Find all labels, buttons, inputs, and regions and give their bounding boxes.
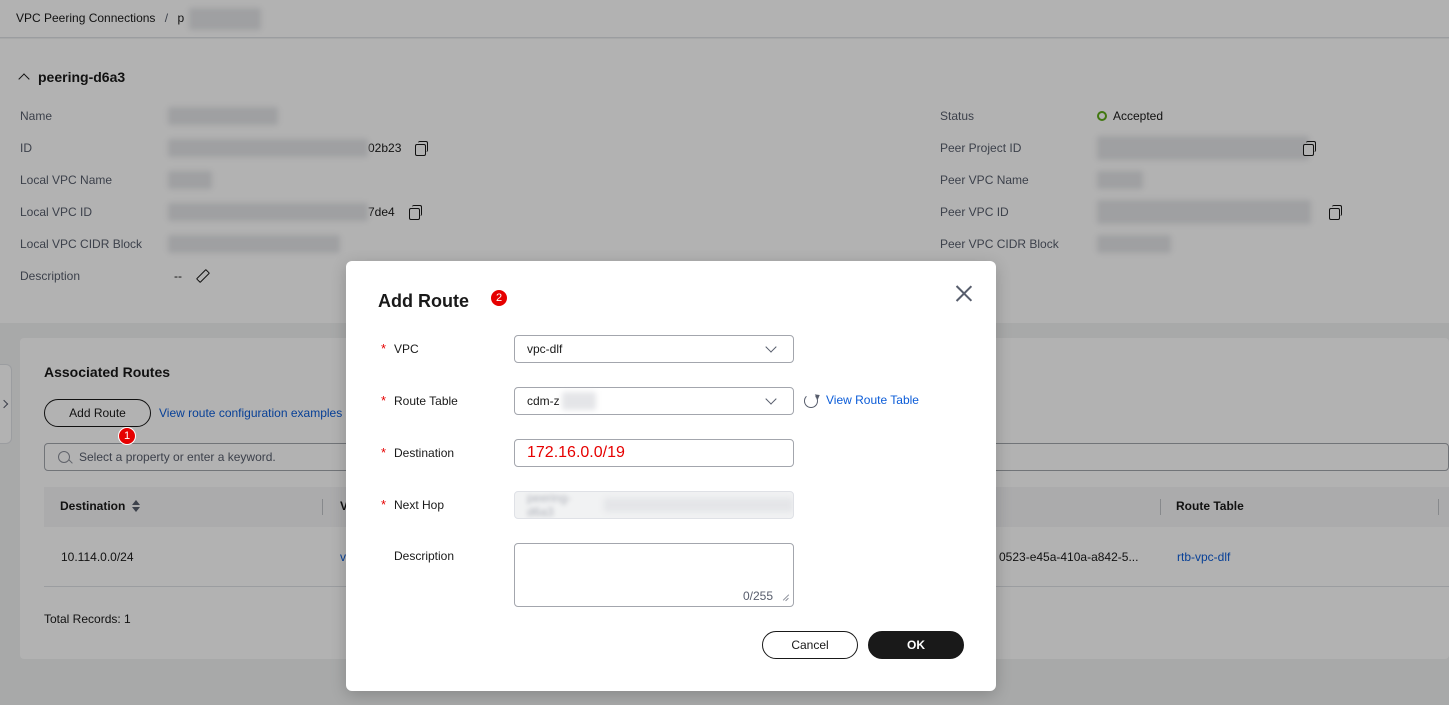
label-text: Route Table [394, 393, 458, 408]
form-row-route-table: * Route Table cdm-z View Route Table [378, 387, 978, 415]
next-hop-value: peering-d6a3 [527, 491, 572, 519]
step-marker-2: 2 [490, 289, 508, 307]
char-counter: 0/255 [742, 589, 773, 603]
chevron-down-icon [765, 393, 777, 405]
route-table-select-value: cdm-z [527, 394, 560, 408]
add-route-dialog: Add Route 2 * VPC vpc-dlf * Route Table cd… [346, 261, 996, 691]
form-row-description: Description 0/255 [378, 543, 978, 607]
vpc-select[interactable]: vpc-dlf [514, 335, 794, 363]
refresh-icon[interactable] [804, 394, 818, 408]
label-text: VPC [394, 341, 419, 356]
redacted-value [603, 498, 793, 512]
chevron-down-icon [765, 341, 777, 353]
next-hop-input: peering-d6a3 [514, 491, 794, 519]
resize-handle-icon[interactable] [782, 594, 789, 601]
destination-input[interactable]: 172.16.0.0/19 [514, 439, 794, 467]
form-label-destination: * Destination [378, 445, 454, 460]
form-row-destination: * Destination 172.16.0.0/19 [378, 439, 978, 467]
form-label-next-hop: * Next Hop [378, 497, 444, 512]
route-table-select[interactable]: cdm-z [514, 387, 794, 415]
form-label-description: Description [378, 549, 454, 563]
required-mark: * [381, 341, 387, 356]
close-icon[interactable] [954, 283, 974, 303]
view-route-table-link[interactable]: View Route Table [826, 393, 919, 407]
vpc-select-value: vpc-dlf [527, 342, 563, 356]
ok-button[interactable]: OK [868, 631, 964, 659]
form-row-vpc: * VPC vpc-dlf [378, 335, 978, 363]
redacted-value [561, 392, 596, 410]
label-text: Destination [394, 445, 455, 460]
required-mark: * [381, 393, 387, 408]
label-text: Next Hop [394, 497, 445, 512]
cancel-button[interactable]: Cancel [762, 631, 858, 659]
required-mark: * [381, 497, 387, 512]
step-marker-1: 1 [118, 427, 136, 445]
label-text: Description [394, 549, 455, 563]
form-label-route-table: * Route Table [378, 393, 458, 408]
form-row-next-hop: * Next Hop peering-d6a3 [378, 491, 978, 519]
description-textarea[interactable]: 0/255 [514, 543, 794, 607]
form-label-vpc: * VPC [378, 341, 419, 356]
required-mark: * [381, 445, 387, 460]
dialog-title: Add Route [378, 291, 469, 311]
destination-value: 172.16.0.0/19 [527, 444, 625, 461]
